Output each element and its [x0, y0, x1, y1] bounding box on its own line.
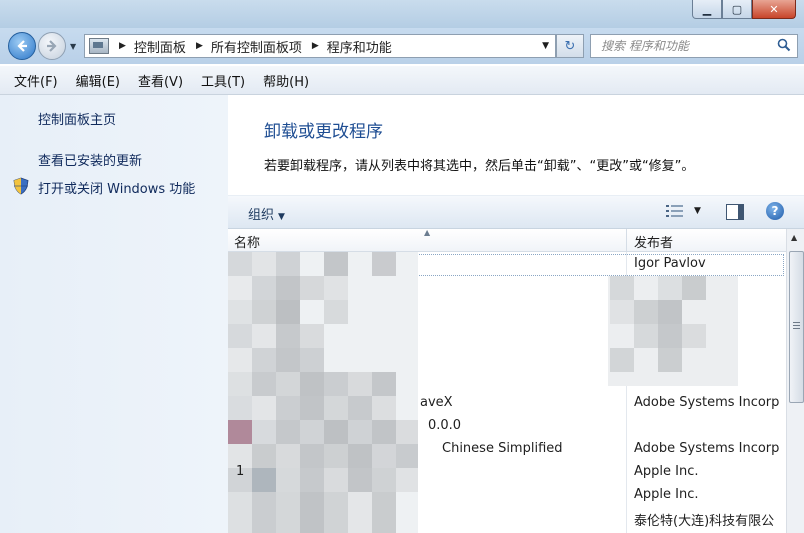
row-publisher: 泰伦特(大连)科技有限公	[634, 514, 775, 529]
control-panel-icon	[89, 38, 109, 54]
vertical-scrollbar[interactable]: ▲	[786, 229, 804, 533]
search-input[interactable]	[599, 38, 773, 54]
row-name: 1	[236, 464, 245, 479]
shield-icon	[13, 177, 29, 195]
chevron-right-icon[interactable]: ▶	[196, 41, 203, 51]
row-publisher: Igor Pavlov	[634, 256, 706, 271]
view-details-icon[interactable]	[666, 204, 684, 218]
row-publisher: Apple Inc.	[634, 487, 699, 502]
title-bar: ▁ ▢ ✕	[0, 0, 804, 28]
breadcrumb-control-panel[interactable]: 控制面板	[134, 37, 186, 56]
view-installed-updates-link[interactable]: 查看已安装的更新	[38, 150, 142, 169]
task-pane: 控制面板主页 查看已安装的更新 打开或关闭 Windows 功能	[0, 95, 228, 533]
breadcrumb-all-items[interactable]: 所有控制面板项	[211, 37, 302, 56]
help-button[interactable]: ?	[766, 202, 784, 220]
organize-label: 组织	[248, 208, 275, 223]
chevron-right-icon[interactable]: ▶	[312, 41, 319, 51]
search-box[interactable]	[590, 34, 798, 58]
sort-ascending-icon: ▲	[424, 228, 431, 237]
column-divider[interactable]	[626, 229, 627, 251]
arrow-right-icon	[47, 40, 57, 52]
row-publisher: Apple Inc.	[634, 464, 699, 479]
navigation-bar: ▼ ▶ 控制面板 ▶ 所有控制面板项 ▶ 程序和功能 ▼ ↻	[0, 28, 804, 64]
column-publisher[interactable]: 发布者	[634, 232, 673, 251]
organize-button[interactable]: 组织 ▼	[248, 204, 285, 223]
preview-pane-icon[interactable]	[726, 204, 744, 220]
view-dropdown-icon[interactable]: ▼	[694, 206, 701, 216]
close-icon: ✕	[769, 2, 779, 16]
menu-help[interactable]: 帮助(H)	[254, 71, 318, 90]
back-button[interactable]	[8, 32, 36, 60]
breadcrumb-programs[interactable]: 程序和功能	[327, 37, 392, 56]
chevron-right-icon: ▶	[119, 41, 126, 51]
refresh-button[interactable]: ↻	[556, 34, 584, 58]
menu-file[interactable]: 文件(F)	[0, 71, 67, 90]
menu-edit[interactable]: 编辑(E)	[67, 71, 129, 90]
menu-view[interactable]: 查看(V)	[129, 71, 192, 90]
maximize-button[interactable]: ▢	[722, 0, 752, 19]
row-name: 0.0.0	[428, 418, 462, 433]
list-header: ▲ 名称 发布者	[228, 228, 786, 252]
scroll-thumb[interactable]	[789, 251, 804, 403]
scroll-up-icon[interactable]: ▲	[791, 233, 797, 242]
command-bar: 组织 ▼ ▼ ?	[228, 195, 804, 229]
minimize-icon: ▁	[702, 2, 712, 16]
row-name: Chinese Simplified	[442, 441, 563, 456]
maximize-icon: ▢	[731, 2, 743, 16]
menu-bar: 文件(F) 编辑(E) 查看(V) 工具(T) 帮助(H)	[0, 66, 804, 95]
row-publisher: Adobe Systems Incorp	[634, 441, 780, 456]
forward-button[interactable]	[38, 32, 66, 60]
grip-icon	[793, 322, 800, 323]
row-name: aveX	[420, 395, 453, 410]
minimize-button[interactable]: ▁	[692, 0, 722, 19]
arrow-left-icon	[17, 40, 27, 52]
column-name[interactable]: 名称	[234, 232, 260, 251]
page-title: 卸载或更改程序	[264, 122, 383, 142]
row-publisher: Adobe Systems Incorp	[634, 395, 780, 410]
close-button[interactable]: ✕	[752, 0, 796, 19]
chevron-down-icon[interactable]: ▼	[542, 41, 549, 51]
program-list[interactable]: Igor Pavlov aveX Adobe Systems Incorp 0.…	[228, 252, 786, 533]
breadcrumb: ▶ 控制面板 ▶ 所有控制面板项 ▶ 程序和功能	[109, 37, 392, 56]
history-dropdown-icon[interactable]: ▼	[70, 42, 76, 51]
windows-features-link[interactable]: 打开或关闭 Windows 功能	[38, 178, 195, 197]
chevron-down-icon: ▼	[278, 212, 285, 222]
window-controls: ▁ ▢ ✕	[692, 0, 796, 20]
address-bar[interactable]: ▶ 控制面板 ▶ 所有控制面板项 ▶ 程序和功能 ▼	[84, 34, 556, 58]
control-panel-home-link[interactable]: 控制面板主页	[38, 109, 116, 128]
menu-tools[interactable]: 工具(T)	[192, 71, 254, 90]
search-icon[interactable]	[777, 38, 791, 52]
refresh-icon: ↻	[564, 38, 576, 54]
page-description: 若要卸载程序，请从列表中将其选中，然后单击“卸载”、“更改”或“修复”。	[264, 159, 695, 174]
main-content: 卸载或更改程序 若要卸载程序，请从列表中将其选中，然后单击“卸载”、“更改”或“…	[228, 95, 804, 533]
